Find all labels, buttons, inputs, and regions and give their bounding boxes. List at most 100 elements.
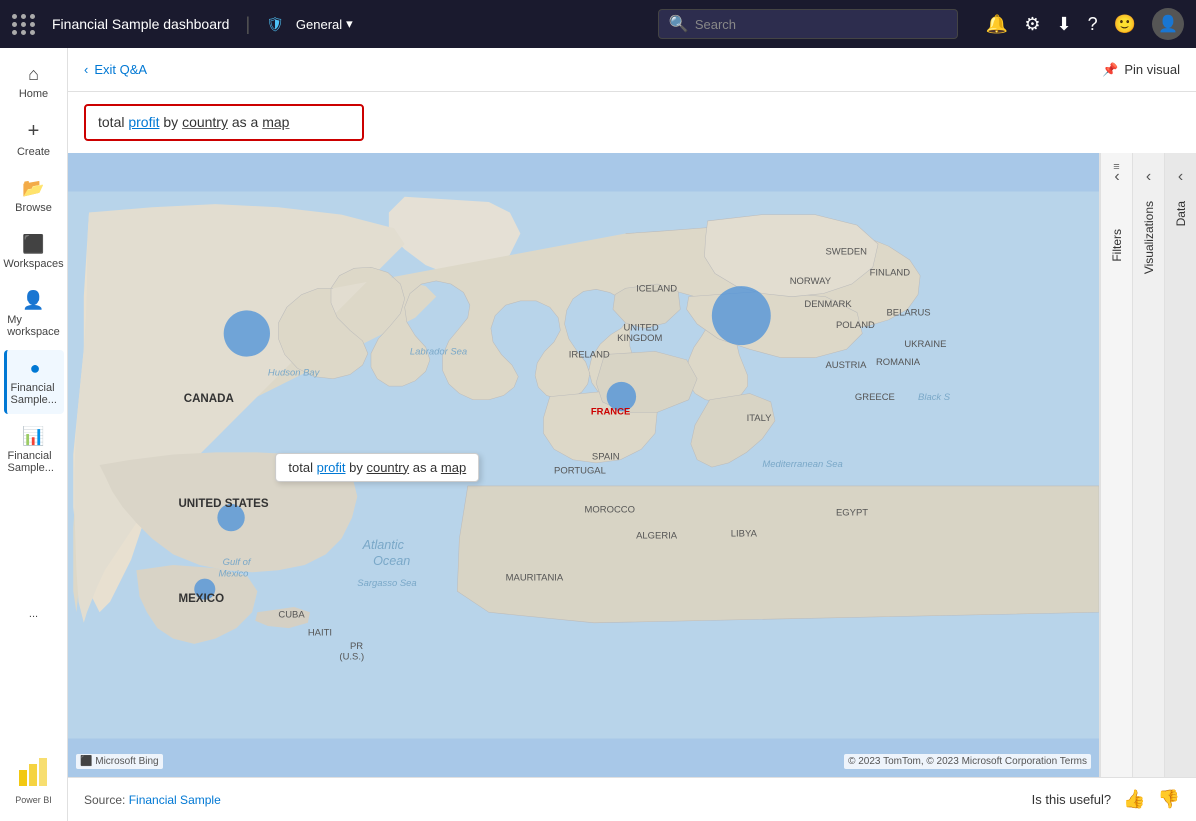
pin-icon: 📌: [1102, 62, 1118, 78]
bing-logo: ⬛ Microsoft Bing: [76, 754, 163, 769]
topbar: Financial Sample dashboard | 🛡 General ▾…: [0, 0, 1196, 48]
svg-text:Ocean: Ocean: [373, 554, 410, 568]
financial-sample-icon-2: 📊: [22, 426, 44, 447]
app-title: Financial Sample dashboard: [52, 16, 229, 32]
label-atlantic: Atlantic: [362, 538, 405, 552]
search-input[interactable]: [695, 17, 947, 32]
useful-question: Is this useful?: [1032, 792, 1112, 807]
settings-icon[interactable]: ⚙: [1024, 14, 1040, 35]
qa-query-text: total profit by country as a map: [98, 114, 289, 130]
label-mexico: MEXICO: [178, 593, 224, 605]
visualizations-label: Visualizations: [1142, 201, 1156, 274]
label-spain: SPAIN: [592, 452, 620, 463]
visualizations-toggle-button[interactable]: ‹: [1133, 161, 1165, 193]
sidebar-item-home[interactable]: ⌂ Home: [4, 56, 64, 108]
label-hudson: Hudson Bay: [268, 368, 321, 379]
filters-toggle-button[interactable]: ‹: [1101, 161, 1133, 193]
qa-profit-word: profit: [128, 114, 159, 130]
workspace-selector[interactable]: General ▾: [296, 16, 353, 32]
map-wrapper: CANADA UNITED STATES MEXICO ICELAND SWED…: [68, 153, 1196, 777]
feedback-icon[interactable]: 🙂: [1114, 14, 1136, 35]
panel-data: ‹ Data: [1164, 153, 1196, 777]
financial-sample-icon-1: ●: [30, 358, 41, 379]
label-algeria: ALGERIA: [636, 531, 678, 542]
label-usa: UNITED STATES: [178, 498, 268, 510]
shield-icon: 🛡: [266, 16, 284, 33]
source-link[interactable]: Financial Sample: [129, 793, 221, 807]
data-label: Data: [1174, 201, 1188, 226]
sidebar-label-financial-2: Financial Sample...: [8, 450, 60, 474]
label-pr: PR: [350, 641, 363, 652]
exit-qa-button[interactable]: ‹ Exit Q&A: [84, 62, 147, 77]
notification-icon[interactable]: 🔔: [986, 14, 1008, 35]
qa-country-word: country: [182, 114, 228, 130]
sidebar-item-workspaces[interactable]: ⬛ Workspaces: [4, 226, 64, 278]
map-tooltip: total profit by country as a map: [275, 453, 479, 482]
exit-qa-label: Exit Q&A: [94, 62, 147, 77]
thumbs-up-button[interactable]: 👍: [1123, 789, 1145, 810]
browse-icon: 📂: [22, 178, 44, 199]
sidebar-item-financial-sample-1[interactable]: ● Financial Sample...: [4, 350, 64, 414]
tooltip-profit: profit: [317, 460, 346, 475]
pin-visual-button[interactable]: 📌 Pin visual: [1102, 62, 1180, 78]
chevron-down-icon: ▾: [346, 16, 353, 32]
sidebar-item-browse[interactable]: 📂 Browse: [4, 170, 64, 222]
label-mediterranean: Mediterranean Sea: [762, 459, 842, 470]
label-greece: GREECE: [855, 392, 895, 403]
sidebar-label-workspaces: Workspaces: [3, 258, 63, 270]
sidebar-item-create[interactable]: + Create: [4, 112, 64, 166]
label-ukraine: UKRAINE: [904, 339, 946, 350]
bubble-canada: [224, 310, 270, 356]
data-toggle-button[interactable]: ‹: [1165, 161, 1196, 193]
sidebar-more[interactable]: ...: [4, 600, 64, 628]
label-gulf: Gulf of: [223, 557, 252, 568]
label-morocco: MOROCCO: [585, 504, 635, 515]
svg-text:KINGDOM: KINGDOM: [617, 333, 662, 344]
label-mauritania: MAURITANIA: [506, 573, 564, 584]
label-poland: POLAND: [836, 320, 875, 331]
sidebar-item-financial-sample-2[interactable]: 📊 Financial Sample...: [4, 418, 64, 482]
qa-input-box[interactable]: total profit by country as a map: [84, 104, 364, 141]
label-norway: NORWAY: [790, 276, 832, 287]
topbar-icons: 🔔 ⚙ ⬇ ? 🙂 👤: [986, 8, 1184, 40]
create-icon: +: [28, 120, 40, 143]
content-area: ‹ Exit Q&A 📌 Pin visual total profit by …: [68, 48, 1196, 821]
search-icon: 🔍: [669, 14, 689, 34]
label-haiti: HAITI: [308, 627, 332, 638]
sidebar-label-browse: Browse: [15, 202, 52, 214]
copyright-text: © 2023 TomTom, © 2023 Microsoft Corporat…: [844, 754, 1091, 769]
label-italy: ITALY: [747, 413, 773, 424]
bottom-bar: Source: Financial Sample Is this useful?…: [68, 777, 1196, 821]
bing-label: Microsoft Bing: [95, 756, 158, 767]
pin-visual-label: Pin visual: [1124, 62, 1180, 77]
label-austria: AUSTRIA: [825, 360, 867, 371]
label-iceland: ICELAND: [636, 283, 677, 294]
label-egypt: EGYPT: [836, 507, 868, 518]
sidebar: ⌂ Home + Create 📂 Browse ⬛ Workspaces 👤 …: [0, 48, 68, 821]
label-romania: ROMANIA: [876, 357, 921, 368]
sidebar-label-financial-1: Financial Sample...: [11, 382, 60, 406]
sidebar-item-myworkspace[interactable]: 👤 My workspace: [4, 282, 64, 346]
thumbs-down-button[interactable]: 👎: [1158, 789, 1180, 810]
sidebar-label-myworkspace: My workspace: [7, 314, 60, 338]
subheader: ‹ Exit Q&A 📌 Pin visual: [68, 48, 1196, 92]
search-box[interactable]: 🔍: [658, 9, 958, 39]
tooltip-country: country: [366, 460, 409, 475]
waffle-menu-icon[interactable]: [12, 14, 36, 35]
download-icon[interactable]: ⬇: [1056, 14, 1071, 35]
label-libya: LIBYA: [731, 529, 758, 540]
workspaces-icon: ⬛: [22, 234, 44, 255]
help-icon[interactable]: ?: [1088, 14, 1098, 35]
label-cuba: CUBA: [278, 610, 305, 621]
avatar[interactable]: 👤: [1152, 8, 1184, 40]
myworkspace-icon: 👤: [22, 290, 44, 311]
label-denmark: DENMARK: [804, 299, 852, 310]
divider: |: [245, 14, 250, 35]
label-belarus: BELARUS: [886, 308, 930, 319]
powerbi-logo: [15, 754, 51, 790]
bubble-germany: [712, 286, 771, 345]
label-ireland: IRELAND: [569, 350, 610, 361]
map-area: CANADA UNITED STATES MEXICO ICELAND SWED…: [68, 153, 1099, 777]
svg-text:(U.S.): (U.S.): [339, 652, 364, 663]
right-panels: ‹ ≡ Filters ‹ Visualizations ‹ Data: [1099, 153, 1196, 777]
